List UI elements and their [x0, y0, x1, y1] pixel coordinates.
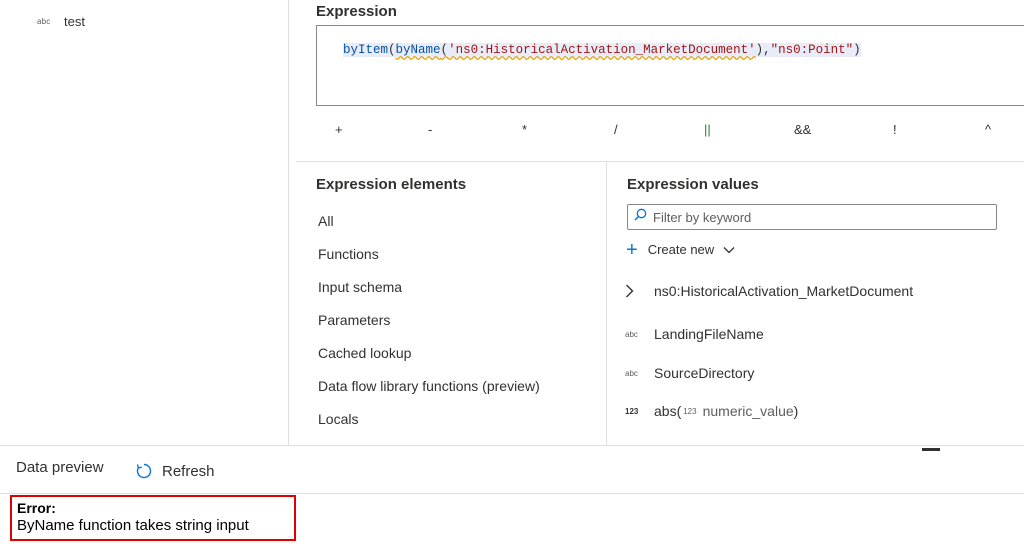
create-new-label: Create new: [647, 242, 715, 257]
token-paren: ): [853, 43, 861, 57]
number-type-icon: 123: [625, 406, 639, 416]
divider: [0, 493, 1024, 494]
operator-multiply-button[interactable]: *: [522, 122, 527, 137]
argument-name: numeric_value: [702, 403, 794, 419]
expression-title: Expression: [316, 3, 397, 20]
chevron-right-icon: [625, 284, 654, 298]
element-item-cached-lookup[interactable]: Cached lookup: [318, 345, 411, 361]
number-type-icon: 123: [683, 406, 697, 416]
string-type-icon: abc: [625, 368, 638, 378]
value-name: abs(: [654, 403, 682, 419]
element-item-library-functions[interactable]: Data flow library functions (preview): [318, 378, 540, 394]
refresh-button[interactable]: Refresh: [135, 462, 215, 480]
closing-paren: ): [793, 403, 799, 419]
plus-icon: +: [626, 238, 638, 261]
resize-handle[interactable]: [922, 448, 940, 451]
expression-elements-title: Expression elements: [316, 176, 467, 193]
token-string-point: "ns0:Point": [770, 43, 854, 57]
operator-minus-button[interactable]: -: [428, 122, 432, 137]
expression-values-title: Expression values: [627, 176, 759, 193]
expression-editor[interactable]: byItem(byName('ns0:HistoricalActivation_…: [316, 25, 1024, 106]
value-item-abs-function[interactable]: 123 abs( 123 numeric_value ): [625, 403, 798, 419]
divider: [0, 445, 1024, 446]
operator-plus-button[interactable]: +: [335, 122, 343, 137]
operator-divide-button[interactable]: /: [614, 122, 618, 137]
refresh-label: Refresh: [162, 462, 215, 480]
value-name: LandingFileName: [654, 326, 764, 342]
token-paren: (: [440, 43, 449, 57]
token-string-document: 'ns0:HistoricalActivation_MarketDocument…: [448, 43, 756, 57]
operator-or-button[interactable]: ||: [704, 122, 711, 137]
operator-power-button[interactable]: ^: [985, 122, 991, 137]
element-item-all[interactable]: All: [318, 213, 334, 229]
operator-not-button[interactable]: !: [893, 122, 897, 137]
value-name: SourceDirectory: [654, 365, 755, 381]
token-byitem: byItem: [343, 43, 389, 57]
filter-input[interactable]: [653, 209, 983, 225]
error-message-box: Error: ByName function takes string inpu…: [10, 495, 296, 541]
value-name: ns0:HistoricalActivation_MarketDocument: [654, 283, 914, 299]
string-type-icon: abc: [37, 17, 51, 26]
error-title: Error:: [17, 500, 56, 516]
element-item-input-schema[interactable]: Input schema: [318, 279, 402, 295]
filter-box[interactable]: [627, 204, 997, 230]
operator-bar: + - * / || && ! ^: [316, 114, 1024, 144]
element-item-locals[interactable]: Locals: [318, 411, 358, 427]
token-paren: (: [388, 43, 396, 57]
token-paren-comma: ),: [755, 43, 771, 57]
element-item-functions[interactable]: Functions: [318, 246, 379, 262]
chevron-down-icon: [723, 246, 735, 254]
value-item-market-document[interactable]: ns0:HistoricalActivation_MarketDocument: [625, 283, 913, 299]
element-item-parameters[interactable]: Parameters: [318, 312, 390, 328]
column-name: test: [64, 14, 85, 29]
expression-values-panel: Expression values + Create new ns0:Histo…: [607, 162, 1024, 445]
expression-code[interactable]: byItem(byName('ns0:HistoricalActivation_…: [343, 43, 861, 57]
token-byname: byName: [395, 43, 441, 57]
string-type-icon: abc: [625, 329, 638, 339]
value-item-landing-file-name[interactable]: abc LandingFileName: [625, 326, 764, 342]
columns-panel: abc test: [0, 0, 289, 445]
data-preview-tab[interactable]: Data preview: [16, 459, 104, 476]
column-item-test[interactable]: abc test: [37, 14, 85, 29]
search-icon: [634, 208, 647, 226]
expression-elements-panel: Expression elements All Functions Input …: [296, 162, 607, 445]
operator-and-button[interactable]: &&: [794, 122, 811, 137]
create-new-button[interactable]: + Create new: [626, 238, 735, 261]
error-text: ByName function takes string input: [17, 517, 249, 534]
value-item-source-directory[interactable]: abc SourceDirectory: [625, 365, 754, 381]
refresh-icon: [135, 462, 153, 480]
